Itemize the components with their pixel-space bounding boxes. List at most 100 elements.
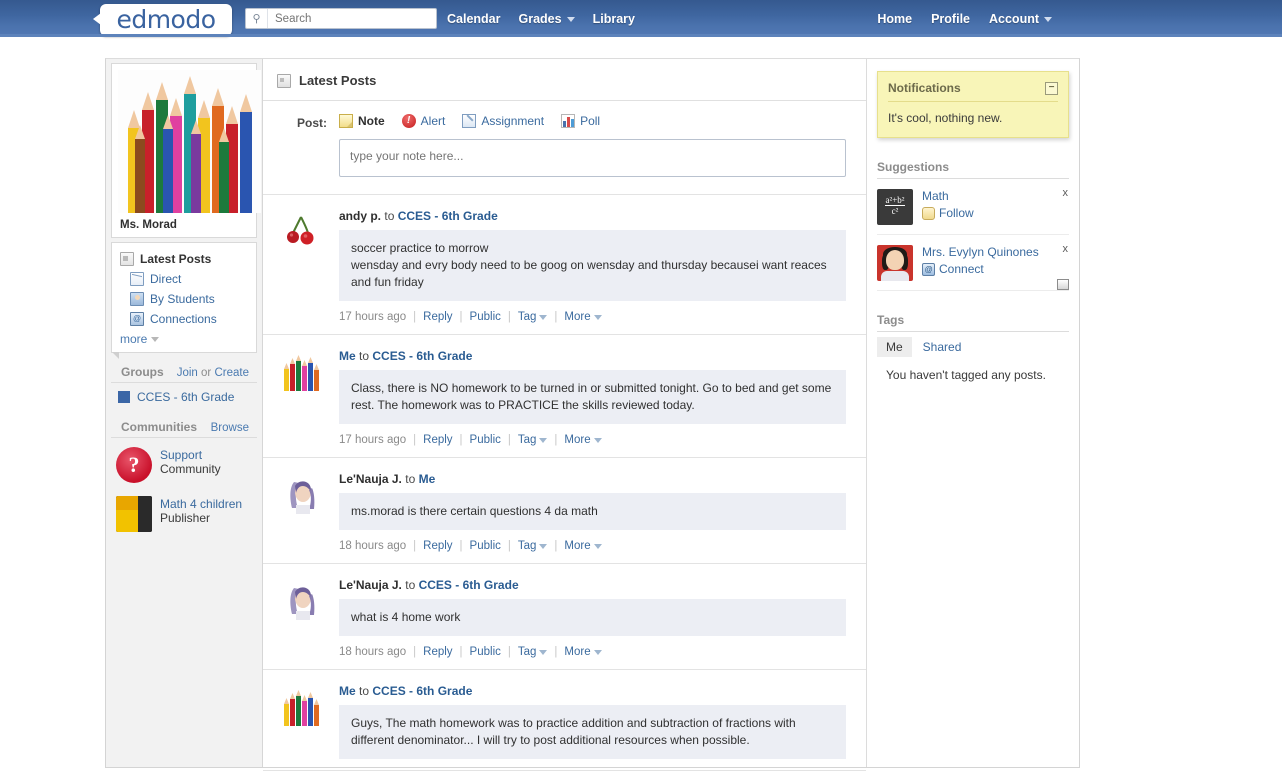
suggestion-name[interactable]: Mrs. Evylyn Quinones <box>922 245 1039 259</box>
suggestion-item-person: Mrs. Evylyn Quinones @ Connect x <box>877 235 1069 291</box>
post-target[interactable]: CCES - 6th Grade <box>398 209 498 223</box>
group-item-label: CCES - 6th Grade <box>137 390 234 404</box>
avatar[interactable] <box>281 474 321 514</box>
sidebar-item-connections[interactable]: @ Connections <box>112 309 256 329</box>
post-reply-link[interactable]: Reply <box>423 311 452 323</box>
post-public-link[interactable]: Public <box>470 540 501 552</box>
tags-title: Tags <box>877 291 1069 332</box>
community-math-sub: Publisher <box>160 511 210 525</box>
follow-button[interactable]: Follow <box>922 204 1069 221</box>
post-more-link[interactable]: More <box>564 311 601 323</box>
post-tag-link[interactable]: Tag <box>518 434 548 446</box>
follow-icon <box>922 207 935 220</box>
chevron-down-icon <box>539 544 547 549</box>
profile-picture[interactable] <box>118 70 261 213</box>
edmodo-logo[interactable]: edmodo <box>100 4 232 38</box>
post-public-link[interactable]: Public <box>470 434 501 446</box>
post-reply-link[interactable]: Reply <box>423 646 452 658</box>
post-author: Me <box>339 349 356 363</box>
nav-link-grades[interactable]: Grades <box>519 12 575 26</box>
post-more-link[interactable]: More <box>564 434 601 446</box>
post-target[interactable]: CCES - 6th Grade <box>372 684 472 698</box>
nav-link-home[interactable]: Home <box>877 12 912 26</box>
nav-link-account-label: Account <box>989 12 1039 26</box>
post-tag-link[interactable]: Tag <box>518 311 548 323</box>
note-input[interactable] <box>339 139 846 177</box>
math-formula-thumb[interactable]: a²+b²c² <box>877 189 913 225</box>
posts-icon <box>120 252 134 266</box>
post-type-selector: Note ! Alert Assignment Poll <box>339 114 846 128</box>
search-box[interactable]: ⚲ <box>245 8 437 29</box>
flag-icon[interactable] <box>1057 279 1069 290</box>
post-reply-link[interactable]: Reply <box>423 434 452 446</box>
sidebar-item-by-students[interactable]: By Students <box>112 289 256 309</box>
create-group-link[interactable]: Create <box>214 367 249 379</box>
avatar[interactable] <box>281 211 321 251</box>
join-group-link[interactable]: Join <box>177 367 198 379</box>
left-sidebar: Ms. Morad Latest Posts Direct By Student… <box>106 59 263 767</box>
dismiss-suggestion-icon[interactable]: x <box>1063 187 1069 199</box>
post-public-link[interactable]: Public <box>470 311 501 323</box>
post-tag-link[interactable]: Tag <box>518 646 548 658</box>
main-content: Latest Posts Post: Note ! Alert Assign <box>263 59 867 767</box>
groups-or-text: or <box>201 367 211 379</box>
avatar[interactable] <box>281 686 321 726</box>
connections-icon: @ <box>130 312 144 326</box>
search-input[interactable] <box>268 9 436 28</box>
sidebar-item-latest-posts[interactable]: Latest Posts <box>112 249 256 269</box>
avatar[interactable] <box>281 580 321 620</box>
post-to-text: to <box>384 209 394 223</box>
chevron-down-icon <box>594 544 602 549</box>
post-text: soccer practice to morrow wensday and ev… <box>339 230 846 301</box>
community-item-math4children[interactable]: Math 4 children Publisher <box>106 487 262 536</box>
post-type-assignment[interactable]: Assignment <box>462 114 544 128</box>
post-target[interactable]: Me <box>419 472 436 486</box>
post-reply-link[interactable]: Reply <box>423 540 452 552</box>
person-thumb[interactable] <box>877 245 913 281</box>
post-meta: 18 hours ago | Reply | Public | Tag | Mo… <box>339 530 846 552</box>
post-public-link[interactable]: Public <box>470 646 501 658</box>
sidebar-nav-card: Latest Posts Direct By Students @ Connec… <box>111 242 257 353</box>
primary-nav-links: Calendar Grades Library <box>447 0 635 37</box>
avatar[interactable] <box>281 351 321 391</box>
tab-tags-me[interactable]: Me <box>877 337 912 357</box>
post-type-note-label: Note <box>358 114 385 128</box>
chevron-down-icon <box>1044 17 1052 22</box>
post-meta: 17 hours ago | Reply | Public | Tag | Mo… <box>339 424 846 446</box>
nav-link-profile[interactable]: Profile <box>931 12 970 26</box>
post-target[interactable]: CCES - 6th Grade <box>372 349 472 363</box>
connect-button[interactable]: @ Connect <box>922 260 1069 277</box>
secondary-nav-links: Home Profile Account <box>877 0 1052 37</box>
post-type-note[interactable]: Note <box>339 114 385 128</box>
post-more-link[interactable]: More <box>564 646 601 658</box>
sidebar-more-toggle[interactable]: more <box>112 329 256 346</box>
post-type-poll[interactable]: Poll <box>561 114 600 128</box>
browse-communities-link[interactable]: Browse <box>211 422 249 434</box>
nav-link-account[interactable]: Account <box>989 12 1052 26</box>
tab-tags-shared[interactable]: Shared <box>914 337 971 357</box>
dismiss-suggestion-icon[interactable]: x <box>1063 243 1069 255</box>
nav-link-calendar[interactable]: Calendar <box>447 12 501 26</box>
nav-link-library[interactable]: Library <box>593 12 635 26</box>
post-author: andy p. <box>339 209 381 223</box>
post-type-alert[interactable]: ! Alert <box>402 114 446 128</box>
assignment-icon <box>462 114 476 128</box>
post-item: Le'Nauja J. to Me ms.morad is there cert… <box>263 458 866 564</box>
top-navigation-bar: edmodo ⚲ Calendar Grades Library Home Pr… <box>0 0 1282 37</box>
notifications-title: Notifications <box>888 81 961 95</box>
suggestion-name[interactable]: Math <box>922 189 949 203</box>
post-item: andy p. to CCES - 6th Grade soccer pract… <box>263 195 866 335</box>
post-target[interactable]: CCES - 6th Grade <box>419 578 519 592</box>
post-more-link[interactable]: More <box>564 540 601 552</box>
post-header: Le'Nauja J. to Me <box>339 472 846 493</box>
post-text: Guys, The math homework was to practice … <box>339 705 846 759</box>
student-icon <box>130 292 144 306</box>
groups-section-header: Groups Join or Create <box>111 353 257 383</box>
collapse-icon[interactable]: − <box>1045 82 1058 95</box>
alert-icon: ! <box>402 114 416 128</box>
tags-tabs: Me Shared <box>877 332 1069 357</box>
sidebar-item-direct[interactable]: Direct <box>112 269 256 289</box>
post-tag-link[interactable]: Tag <box>518 540 548 552</box>
community-item-support[interactable]: ? Support Community <box>106 438 262 487</box>
group-item-cces-6th-grade[interactable]: CCES - 6th Grade <box>106 383 262 408</box>
